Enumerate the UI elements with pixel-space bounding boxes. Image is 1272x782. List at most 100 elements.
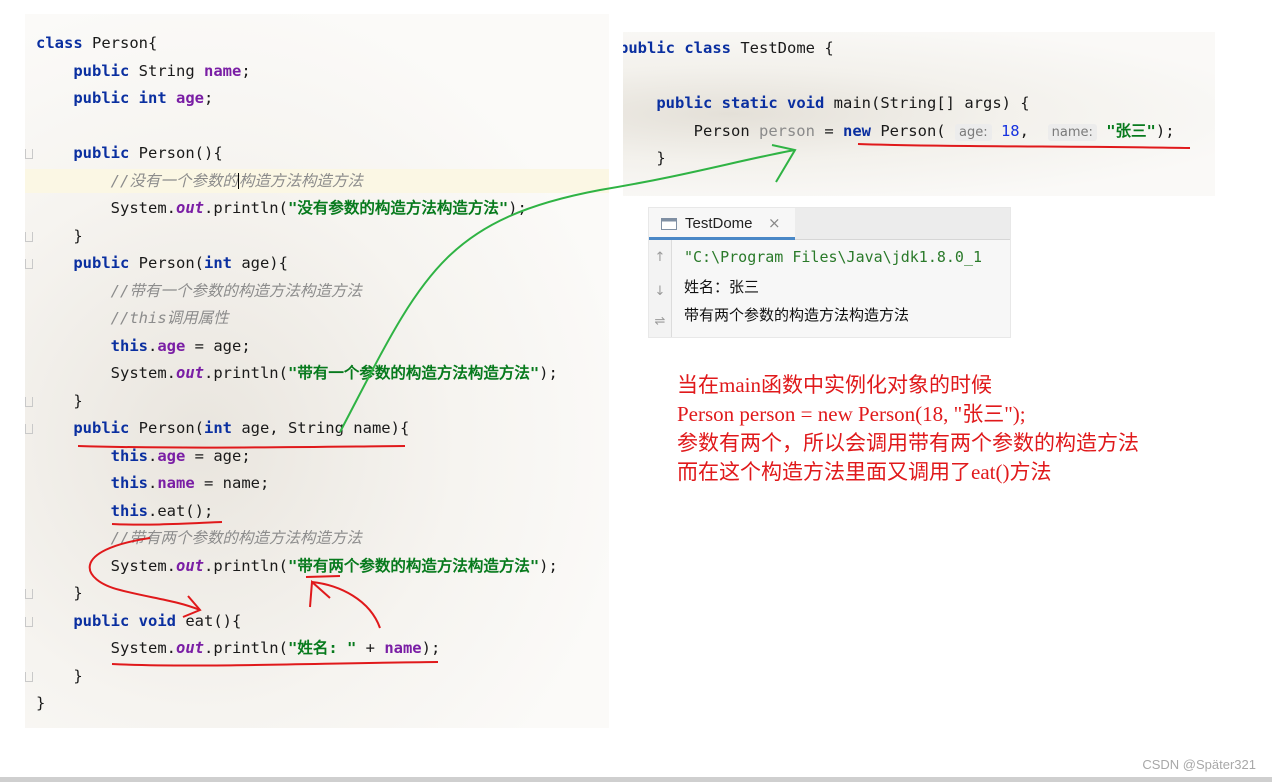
code-editor-person[interactable]: class Person{ public String name; public…	[25, 14, 609, 728]
scroll-down-icon[interactable]: ↓	[653, 284, 667, 299]
code-token: //带有两个参数的构造方法构造方法	[110, 529, 362, 547]
code-token: ,	[1019, 121, 1048, 140]
code-token: main(String[] args) {	[824, 94, 1030, 113]
code-token: System.	[36, 364, 176, 382]
code-token: public	[623, 39, 675, 57]
code-line[interactable]: public Person(int age){	[36, 251, 288, 275]
code-line[interactable]: public String name;	[36, 59, 250, 83]
code-line[interactable]: //this调用属性	[36, 306, 229, 330]
soft-wrap-icon[interactable]: ⇌	[653, 314, 667, 329]
code-token: new	[842, 121, 871, 140]
code-token: "张三"	[1106, 121, 1156, 140]
code-token: }	[36, 584, 83, 602]
code-token: public	[73, 61, 130, 80]
fold-icon[interactable]	[25, 616, 33, 627]
code-token: .println(	[203, 556, 288, 575]
code-line[interactable]: this.age = age;	[36, 334, 251, 358]
code-token: System.	[36, 556, 176, 575]
code-line[interactable]: System.out.println("带有两个参数的构造方法构造方法");	[36, 554, 558, 578]
scroll-up-icon[interactable]: ↑	[653, 250, 667, 265]
code-token: .println(	[203, 199, 288, 217]
code-token: class	[684, 39, 732, 57]
code-token: int	[138, 89, 167, 107]
code-token: public	[73, 419, 130, 437]
code-token: .	[147, 474, 158, 492]
code-token: );	[539, 364, 558, 382]
code-line[interactable]: public static void main(String[] args) {	[623, 91, 1030, 115]
fold-icon[interactable]	[25, 149, 33, 159]
fold-icon[interactable]	[25, 589, 33, 599]
code-line[interactable]: this.age = age;	[36, 444, 251, 468]
code-line[interactable]: class Person{	[36, 31, 157, 55]
code-line[interactable]: public Person(){	[36, 141, 223, 165]
code-token: System.	[36, 639, 176, 657]
fold-icon[interactable]	[25, 424, 33, 434]
code-token: void	[138, 611, 176, 630]
fold-icon[interactable]	[25, 231, 33, 242]
code-line[interactable]: }	[36, 389, 82, 413]
code-token: age	[176, 89, 205, 107]
code-token: ;	[204, 89, 214, 107]
code-line[interactable]: this.eat();	[36, 499, 214, 523]
code-line[interactable]: this.name = name;	[36, 471, 270, 495]
code-token: 构造方法构造方法	[238, 171, 363, 190]
code-line[interactable]: public class TestDome {	[623, 36, 834, 60]
code-token: .	[147, 336, 158, 355]
code-line[interactable]: public void eat(){	[36, 609, 241, 633]
code-token: TestDome {	[731, 39, 834, 57]
code-line[interactable]: }	[36, 664, 82, 688]
code-line[interactable]: //带有两个参数的构造方法构造方法	[36, 526, 362, 550]
code-line[interactable]: //带有一个参数的构造方法构造方法	[36, 279, 362, 303]
code-line[interactable]: System.out.println("带有一个参数的构造方法构造方法");	[36, 361, 558, 385]
code-token: String	[129, 61, 204, 80]
code-line[interactable]: System.out.println("没有参数的构造方法构造方法");	[36, 196, 527, 220]
code-line[interactable]: public Person(int age, String name){	[36, 416, 409, 440]
code-token: out	[175, 556, 204, 575]
fold-icon[interactable]	[25, 396, 33, 407]
code-token: age	[157, 336, 186, 355]
code-token: .eat();	[147, 501, 214, 520]
code-line[interactable]: System.out.println("姓名: " + name);	[36, 636, 441, 660]
code-token: public	[73, 89, 130, 107]
code-token: public	[656, 94, 713, 113]
code-line[interactable]: //没有一个参数的构造方法构造方法	[25, 168, 609, 193]
code-token: //this调用属性	[110, 309, 229, 327]
close-icon[interactable]: ×	[768, 214, 781, 232]
code-token: this	[110, 446, 148, 465]
bottom-bar	[0, 777, 1272, 782]
code-line[interactable]: }	[36, 691, 45, 715]
code-line[interactable]: }	[36, 581, 83, 605]
code-token: }	[36, 226, 83, 245]
code-token: age){	[231, 254, 288, 272]
fold-icon[interactable]	[25, 259, 33, 269]
code-token: );	[539, 556, 558, 575]
code-line[interactable]: Person person = new Person( age: 18, nam…	[623, 119, 1175, 143]
fold-icon[interactable]	[25, 671, 33, 682]
console-tab-testdome[interactable]: TestDome ×	[649, 208, 795, 240]
code-token: Person(	[129, 419, 204, 437]
code-editor-testdome[interactable]: public class TestDome { public static vo…	[623, 32, 1215, 196]
code-token: =	[814, 121, 843, 140]
code-token: = age;	[185, 336, 251, 355]
code-token: .println(	[203, 639, 288, 657]
code-token: int	[203, 419, 232, 437]
code-line[interactable]: }	[36, 224, 83, 248]
console-tab-bar: TestDome ×	[649, 208, 1010, 240]
code-line[interactable]: public int age;	[36, 86, 213, 110]
code-token: Person(){	[129, 144, 223, 162]
code-token: int	[203, 254, 232, 272]
code-line[interactable]: }	[623, 146, 665, 170]
run-console: TestDome × ↑ ↓ ⇌ "C:\Program Files\Java\…	[648, 207, 1011, 338]
code-token: name	[157, 474, 195, 492]
code-token: 18	[1000, 121, 1020, 140]
